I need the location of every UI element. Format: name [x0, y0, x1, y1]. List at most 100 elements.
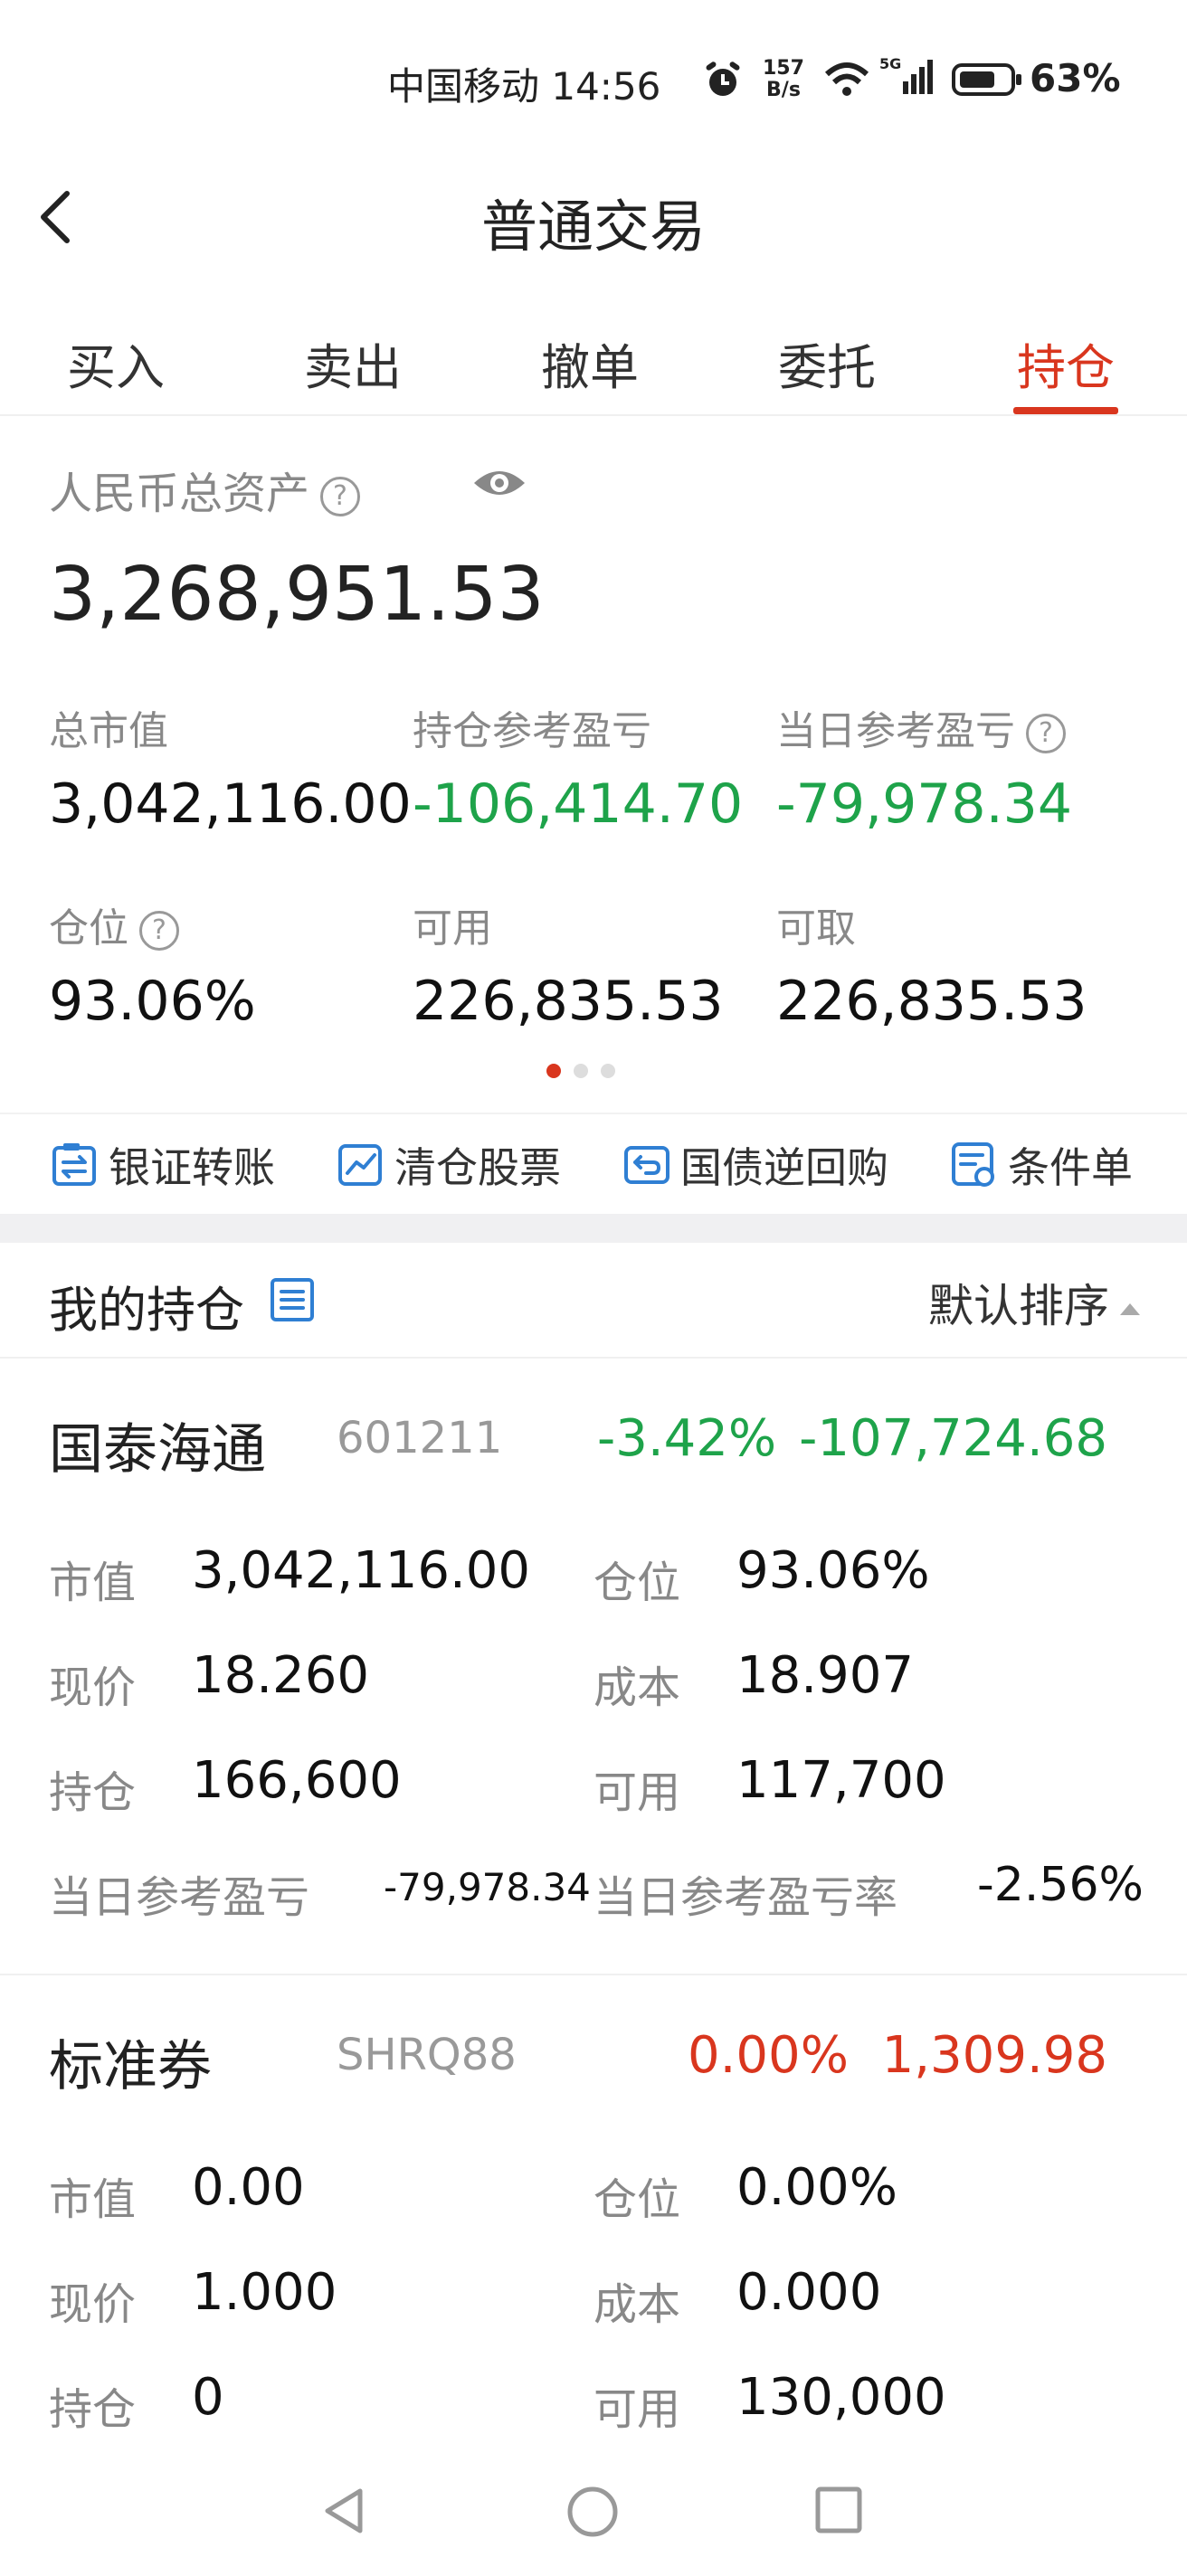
- hold-value: 0: [192, 2368, 224, 2427]
- sort-arrow-icon: [1120, 1303, 1140, 1315]
- eye-icon[interactable]: [470, 465, 528, 505]
- triangle-back-icon: [325, 2488, 363, 2533]
- nav-home-button[interactable]: [565, 2484, 621, 2543]
- list-icon[interactable]: [270, 1277, 315, 1326]
- page-title: 普通交易: [480, 194, 706, 260]
- system-nav-bar: [0, 2442, 1187, 2576]
- repo-icon: [624, 1146, 669, 1184]
- position-value: 93.06%: [736, 1541, 930, 1600]
- net-speed-unit: B/s: [766, 79, 801, 101]
- available-value: 226,835.53: [413, 970, 724, 1033]
- position-ratio-label: 仓位?: [49, 895, 179, 953]
- market-value: 3,042,116.00: [192, 1541, 531, 1600]
- position-pnl-value: -106,414.70: [413, 772, 744, 836]
- position-ratio-value: 93.06%: [49, 970, 256, 1033]
- available-value: 130,000: [736, 2368, 946, 2427]
- withdrawable-label: 可取: [776, 905, 856, 952]
- total-assets-label: 人民币总资产?: [49, 458, 361, 521]
- sort-dropdown[interactable]: 默认排序: [928, 1270, 1140, 1335]
- title-bar: 普通交易: [0, 163, 1187, 271]
- day-pnl-value: -79,978.34: [384, 1865, 591, 1909]
- day-pnl-label-text: 当日参考盈亏: [776, 708, 1015, 754]
- bank-transfer-label: 银证转账: [109, 1143, 275, 1192]
- clear-stocks-label: 清仓股票: [394, 1143, 561, 1192]
- holding-pnl: 1,309.98: [881, 2026, 1107, 2085]
- stock-name: 国泰海通: [49, 1418, 266, 1482]
- page-dot: [574, 1064, 588, 1078]
- status-bar: 中国移动 14:56 157 B/s 5G 63%: [0, 0, 1187, 163]
- market-value: 0.00: [192, 2158, 305, 2217]
- quick-actions: 银证转账 清仓股票 国债逆回购 条件单: [0, 1113, 1187, 1214]
- day-pnl-value: -79,978.34: [776, 772, 1073, 836]
- price-value: 18.260: [192, 1646, 369, 1705]
- available-value: 117,700: [736, 1751, 946, 1810]
- wifi-icon: [823, 60, 870, 103]
- battery-percent: 63%: [1030, 56, 1121, 100]
- nav-recents-button[interactable]: [812, 2484, 865, 2540]
- available-label: 可用: [594, 2384, 681, 2435]
- cost-value: 0.000: [736, 2263, 882, 2322]
- day-pnl-label: 当日参考盈亏: [49, 1872, 310, 1923]
- day-pnl-rate-label: 当日参考盈亏率: [594, 1872, 898, 1923]
- tab-cancel-order[interactable]: 撤单: [541, 327, 639, 399]
- help-icon[interactable]: ?: [139, 911, 179, 951]
- condition-order-label: 条件单: [1008, 1143, 1133, 1192]
- nav-back-button[interactable]: [318, 2484, 373, 2542]
- net-speed: 157 B/s: [763, 58, 804, 101]
- help-icon[interactable]: ?: [320, 477, 361, 516]
- price-label: 现价: [49, 1662, 137, 1713]
- holding-card[interactable]: 标准券 SHRQ88 0.00% 1,309.98 市值 0.00 仓位 0.0…: [0, 1975, 1187, 2442]
- position-label: 仓位: [594, 2174, 681, 2225]
- trading-page: 中国移动 14:56 157 B/s 5G 63% 普通交易 买入 卖出 撤单 …: [0, 0, 1187, 2576]
- holding-pnl: -107,724.68: [799, 1409, 1107, 1468]
- tab-positions[interactable]: 持仓: [1017, 327, 1115, 399]
- circle-home-icon: [567, 2486, 618, 2537]
- chart-icon: [338, 1144, 382, 1186]
- sort-label: 默认排序: [928, 1280, 1109, 1332]
- clear-stocks-button[interactable]: 清仓股票: [337, 1138, 561, 1192]
- condition-order-button[interactable]: 条件单: [950, 1138, 1133, 1192]
- market-value: 3,042,116.00: [49, 772, 412, 836]
- market-value-label: 总市值: [49, 708, 168, 754]
- svg-text:5G: 5G: [879, 56, 901, 72]
- hold-label: 持仓: [49, 1767, 137, 1818]
- cost-label: 成本: [594, 2279, 681, 2330]
- signal-icon: 5G: [879, 55, 937, 101]
- bank-transfer-button[interactable]: 银证转账: [51, 1138, 275, 1192]
- change-percent: 0.00%: [688, 2026, 849, 2085]
- holdings-header: 我的持仓 默认排序: [0, 1243, 1187, 1359]
- tab-bar: 买入 卖出 撤单 委托 持仓: [0, 308, 1187, 416]
- tab-orders[interactable]: 委托: [778, 327, 876, 399]
- help-icon[interactable]: ?: [1026, 714, 1066, 753]
- cost-value: 18.907: [736, 1646, 914, 1705]
- page-dot: [601, 1064, 615, 1078]
- square-recents-icon: [815, 2486, 862, 2533]
- active-tab-indicator: [1013, 407, 1118, 414]
- total-assets-label-text: 人民币总资产: [49, 469, 310, 519]
- tab-sell[interactable]: 卖出: [304, 327, 402, 399]
- price-value: 1.000: [192, 2263, 337, 2322]
- condition-order-icon: [952, 1142, 994, 1187]
- reverse-repo-label: 国债逆回购: [680, 1143, 888, 1192]
- market-value-label: 市值: [49, 2174, 137, 2225]
- transfer-icon: [52, 1143, 96, 1186]
- withdrawable-value: 226,835.53: [776, 970, 1087, 1033]
- position-pnl-label: 持仓参考盈亏: [413, 708, 651, 754]
- cost-label: 成本: [594, 1662, 681, 1713]
- available-label: 可用: [413, 905, 492, 952]
- hold-label: 持仓: [49, 2384, 137, 2435]
- alarm-icon: [702, 60, 744, 105]
- stock-code: SHRQ88: [337, 2030, 517, 2080]
- asset-summary: 人民币总资产? 3,268,951.53 总市值 3,042,116.00 持仓…: [0, 416, 1187, 1113]
- reverse-repo-button[interactable]: 国债逆回购: [622, 1138, 888, 1192]
- total-assets-value: 3,268,951.53: [49, 552, 545, 638]
- day-pnl-rate-value: -2.56%: [977, 1858, 1144, 1912]
- section-gap: [0, 1214, 1187, 1243]
- tab-buy[interactable]: 买入: [67, 327, 165, 399]
- available-label: 可用: [594, 1767, 681, 1818]
- market-value-label: 市值: [49, 1558, 137, 1608]
- price-label: 现价: [49, 2279, 137, 2330]
- holding-card[interactable]: 国泰海通 601211 -3.42% -107,724.68 市值 3,042,…: [0, 1359, 1187, 1977]
- page-dot: [546, 1064, 561, 1078]
- stock-name: 标准券: [49, 2035, 212, 2098]
